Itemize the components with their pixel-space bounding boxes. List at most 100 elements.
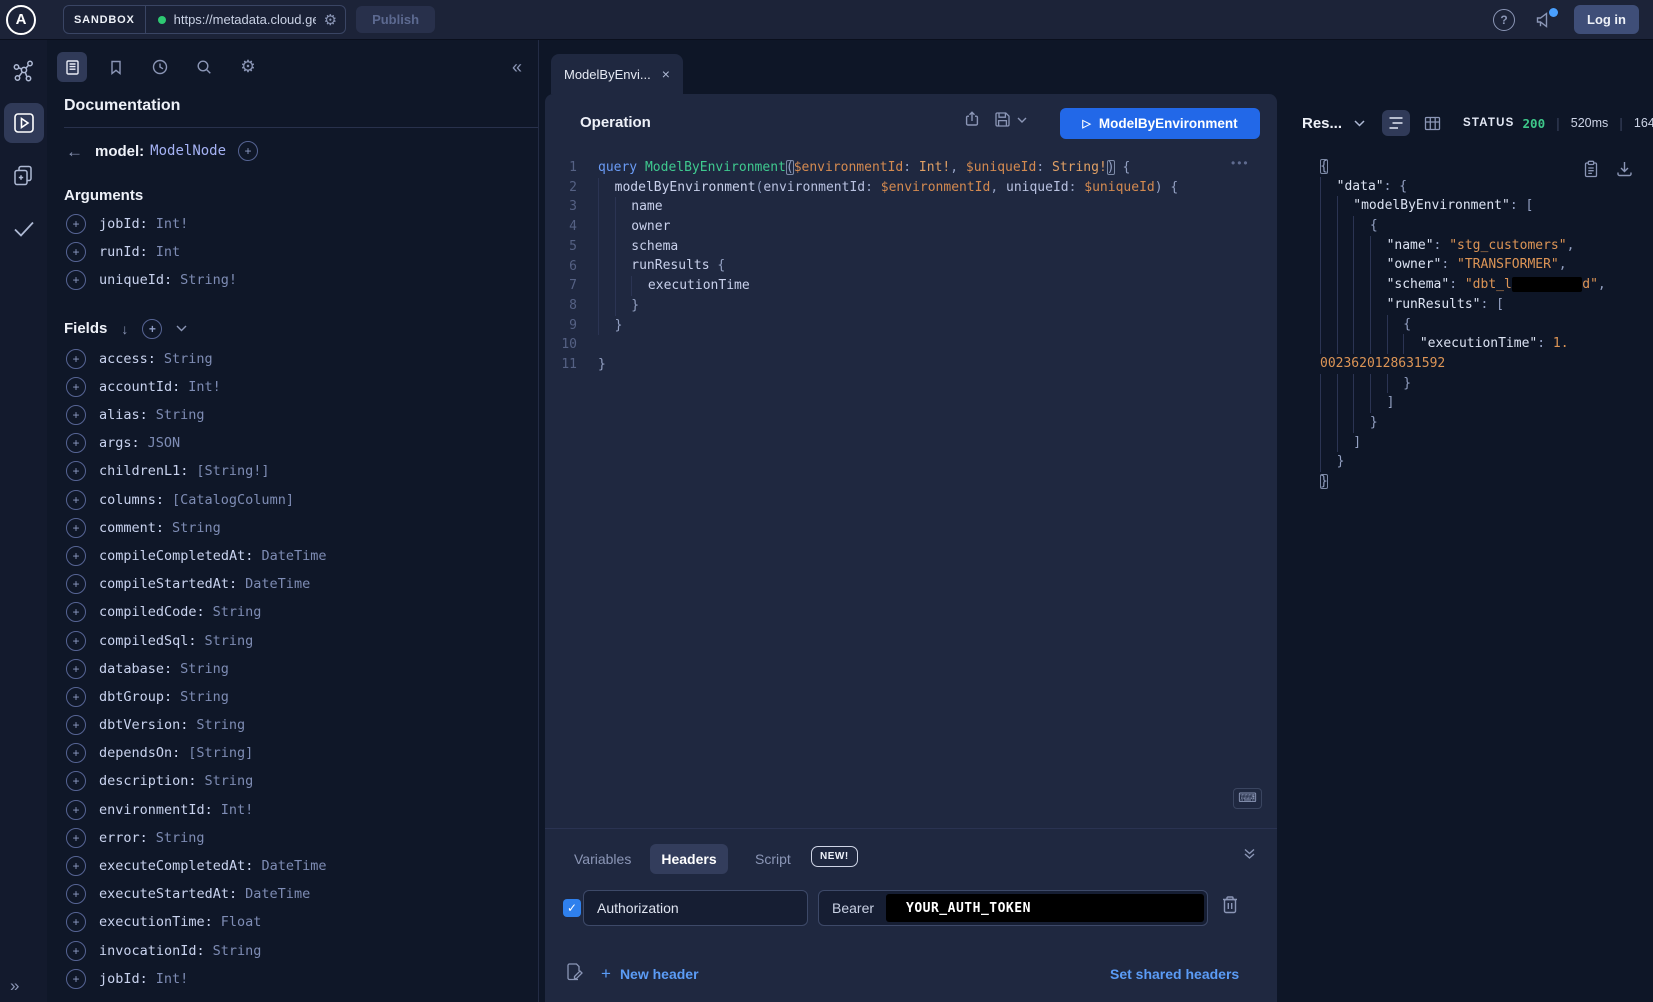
field-row[interactable]: +jobId:Int! xyxy=(47,965,538,993)
publish-button[interactable]: Publish xyxy=(356,6,435,33)
field-type[interactable]: Float xyxy=(221,914,262,930)
field-type[interactable]: String xyxy=(156,830,205,846)
field-row[interactable]: +compileCompletedAt:DateTime xyxy=(47,542,538,570)
set-shared-headers-link[interactable]: Set shared headers xyxy=(1110,966,1239,982)
bookmark-icon[interactable] xyxy=(101,52,131,82)
add-field-button[interactable]: + xyxy=(66,941,86,961)
close-tab-icon[interactable]: × xyxy=(662,66,670,82)
delete-header-trash-icon[interactable] xyxy=(1221,895,1239,915)
add-field-button[interactable]: + xyxy=(66,800,86,820)
run-operation-button[interactable]: ▷ ModelByEnvironment xyxy=(1060,108,1260,139)
add-field-button[interactable]: + xyxy=(66,687,86,707)
add-field-button[interactable]: + xyxy=(66,214,86,234)
field-type[interactable]: String xyxy=(205,633,254,649)
field-row[interactable]: +executeCompletedAt:DateTime xyxy=(47,852,538,880)
add-field-button[interactable]: + xyxy=(66,433,86,453)
add-field-button[interactable]: + xyxy=(66,856,86,876)
field-type[interactable]: String xyxy=(156,407,205,423)
add-field-button[interactable]: + xyxy=(66,771,86,791)
field-row[interactable]: +invocationId:String xyxy=(47,937,538,965)
sort-fields-icon[interactable]: ↓ xyxy=(121,321,128,337)
add-field-button[interactable]: + xyxy=(66,242,86,262)
expand-rail-chevrons[interactable]: » xyxy=(10,976,19,996)
field-type[interactable]: [String!] xyxy=(196,463,269,479)
schema-graph-icon[interactable] xyxy=(4,51,44,91)
add-field-button[interactable]: + xyxy=(66,461,86,481)
field-type[interactable]: JSON xyxy=(148,435,181,451)
field-type[interactable]: String xyxy=(196,717,245,733)
argument-row[interactable]: +jobId:Int! xyxy=(47,210,538,238)
header-value-input[interactable]: Bearer YOUR_AUTH_TOKEN xyxy=(818,890,1208,926)
pretty-print-view-button[interactable] xyxy=(1382,110,1410,136)
add-all-fields-button[interactable]: + xyxy=(142,319,162,339)
field-type[interactable]: DateTime xyxy=(261,858,326,874)
argument-row[interactable]: +runId:Int xyxy=(47,238,538,266)
header-key-input[interactable]: Authorization xyxy=(583,890,808,926)
field-row[interactable]: +dbtVersion:String xyxy=(47,711,538,739)
field-row[interactable]: +dependsOn:[String] xyxy=(47,739,538,767)
edit-headers-file-icon[interactable] xyxy=(565,962,584,982)
add-field-button[interactable]: + xyxy=(66,574,86,594)
field-type[interactable]: DateTime xyxy=(261,548,326,564)
add-field-button[interactable]: + xyxy=(66,518,86,538)
field-type[interactable]: DateTime xyxy=(245,576,310,592)
field-row[interactable]: +comment:String xyxy=(47,514,538,542)
field-row[interactable]: +columns:[CatalogColumn] xyxy=(47,486,538,514)
add-field-button[interactable]: + xyxy=(66,405,86,425)
share-operation-icon[interactable] xyxy=(963,110,981,128)
field-type[interactable]: Int! xyxy=(188,379,221,395)
field-row[interactable]: +compileStartedAt:DateTime xyxy=(47,570,538,598)
response-panel-title[interactable]: Res... xyxy=(1302,115,1342,132)
add-field-button[interactable]: + xyxy=(66,602,86,622)
field-type[interactable]: String xyxy=(213,943,262,959)
add-field-button[interactable]: + xyxy=(66,377,86,397)
collapse-panel-chevrons[interactable]: « xyxy=(512,58,522,76)
add-field-button[interactable]: + xyxy=(66,270,86,290)
header-enabled-checkbox[interactable]: ✓ xyxy=(563,899,581,917)
tab-variables[interactable]: Variables xyxy=(574,851,631,867)
field-type[interactable]: String xyxy=(172,520,221,536)
tab-headers[interactable]: Headers xyxy=(650,844,728,874)
argument-row[interactable]: +uniqueId:String! xyxy=(47,266,538,294)
add-field-button[interactable]: + xyxy=(66,828,86,848)
add-field-button[interactable]: + xyxy=(66,715,86,735)
field-type[interactable]: Int! xyxy=(156,971,189,987)
field-type[interactable]: [String] xyxy=(188,745,253,761)
save-operation-icon[interactable] xyxy=(994,111,1011,128)
field-type[interactable]: Int! xyxy=(156,216,189,232)
field-row[interactable]: +database:String xyxy=(47,655,538,683)
field-type[interactable]: DateTime xyxy=(245,886,310,902)
new-header-button[interactable]: + New header xyxy=(601,964,699,984)
checks-icon[interactable] xyxy=(4,209,44,249)
settings-gear-icon[interactable]: ⚙ xyxy=(233,52,263,82)
field-type[interactable]: String xyxy=(213,604,262,620)
field-type[interactable]: String xyxy=(180,661,229,677)
field-type[interactable]: String! xyxy=(180,272,237,288)
operation-tab[interactable]: ModelByEnvi... × xyxy=(551,54,683,94)
field-row[interactable]: +compiledSql:String xyxy=(47,626,538,654)
field-type[interactable]: [CatalogColumn] xyxy=(172,492,294,508)
field-row[interactable]: +compiledCode:String xyxy=(47,598,538,626)
field-row[interactable]: +accountId:Int! xyxy=(47,373,538,401)
tab-script[interactable]: Script xyxy=(755,851,791,867)
graphql-editor[interactable]: query ModelByEnvironment($environmentId:… xyxy=(598,158,1269,375)
collapse-bottom-panel-chevrons[interactable] xyxy=(1243,847,1256,860)
field-type[interactable]: String xyxy=(164,351,213,367)
add-type-button[interactable]: + xyxy=(238,141,258,161)
field-row[interactable]: +access:String xyxy=(47,345,538,373)
announcements-megaphone-icon[interactable] xyxy=(1535,11,1554,29)
add-field-button[interactable]: + xyxy=(66,884,86,904)
explorer-play-icon[interactable] xyxy=(4,103,44,143)
add-field-button[interactable]: + xyxy=(66,490,86,510)
apollo-logo[interactable]: A xyxy=(6,5,36,35)
field-type[interactable]: Int! xyxy=(221,802,254,818)
back-arrow-icon[interactable]: ← xyxy=(66,143,83,160)
add-field-button[interactable]: + xyxy=(66,659,86,679)
field-row[interactable]: +error:String xyxy=(47,824,538,852)
help-icon[interactable]: ? xyxy=(1493,9,1515,31)
field-row[interactable]: +alias:String xyxy=(47,401,538,429)
add-field-button[interactable]: + xyxy=(66,969,86,989)
endpoint-url-input[interactable]: https://metadata.cloud.get xyxy=(174,12,316,27)
fields-chevron-down-icon[interactable] xyxy=(176,325,187,332)
operation-collections-icon[interactable] xyxy=(4,155,44,195)
